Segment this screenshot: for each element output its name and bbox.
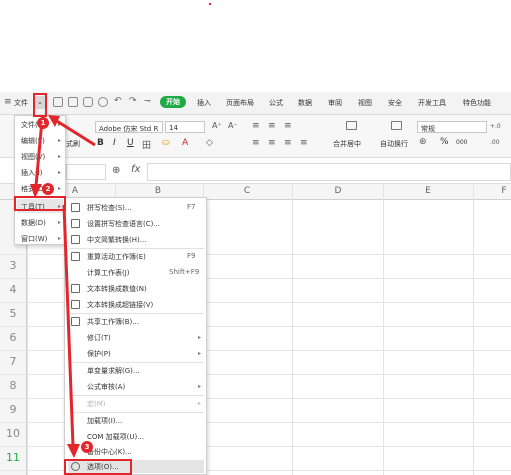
annotation-arrows xyxy=(30,115,96,458)
annotation-arrow xyxy=(51,116,96,147)
step-badge: 2 xyxy=(42,183,54,195)
annotation-arrow xyxy=(62,204,75,447)
step-badge: 3 xyxy=(81,441,93,453)
arrowhead-icon xyxy=(67,444,80,458)
step-badge: 1 xyxy=(37,117,49,129)
arrowhead-icon xyxy=(30,184,42,198)
annotation-arrow xyxy=(34,119,44,187)
